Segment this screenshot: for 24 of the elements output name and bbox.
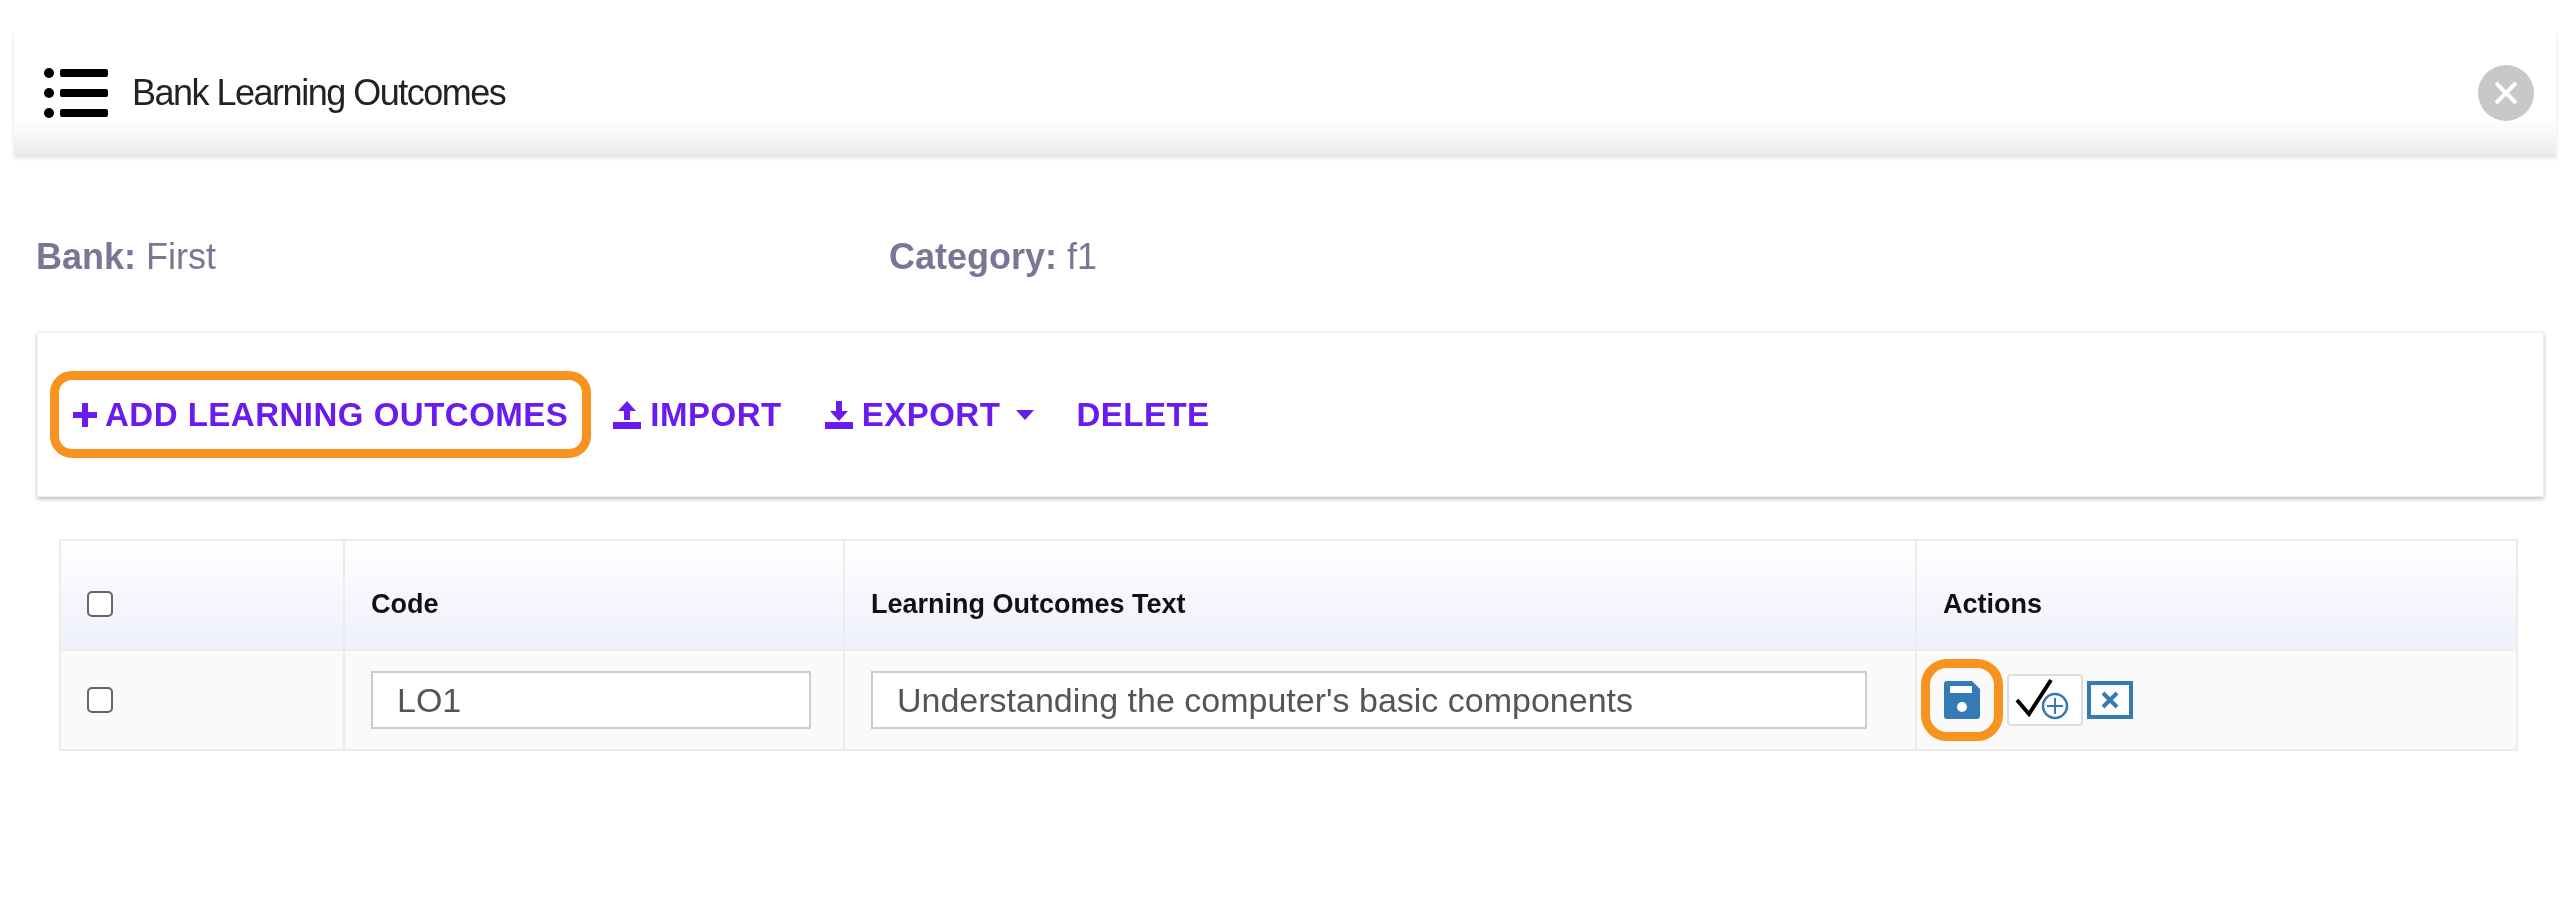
cancel-icon [2087,681,2133,719]
column-header: Code [371,588,439,619]
window-title: Bank Learning Outcomes [132,70,506,115]
toolbar-button[interactable]: IMPORT [591,370,803,459]
close-icon [2493,79,2519,106]
save-icon [1942,680,1982,720]
plus-icon [73,402,97,427]
checkbox[interactable] [87,591,113,617]
menu-icon[interactable] [44,67,108,118]
toolbar-button[interactable]: DELETE [1055,370,1231,459]
save-button[interactable] [1921,659,2003,741]
toolbar-button[interactable]: EXPORT [802,370,1056,459]
upload-icon [612,399,643,430]
cancel-button[interactable] [2087,681,2133,719]
toolbar-button[interactable]: ADD LEARNING OUTCOMES [50,370,592,459]
info-text: Category: f1 [889,235,1098,279]
column-header: Learning Outcomes Text [871,588,1186,619]
info-text: Bank: First [36,235,217,279]
code-field[interactable]: LO1 [371,671,811,729]
checkbox[interactable] [87,687,113,713]
text-field[interactable]: Understanding the computer's basic components [871,671,1867,729]
column-header: Actions [1943,588,2042,619]
approve-button[interactable] [2007,674,2083,726]
download-icon [823,399,854,430]
